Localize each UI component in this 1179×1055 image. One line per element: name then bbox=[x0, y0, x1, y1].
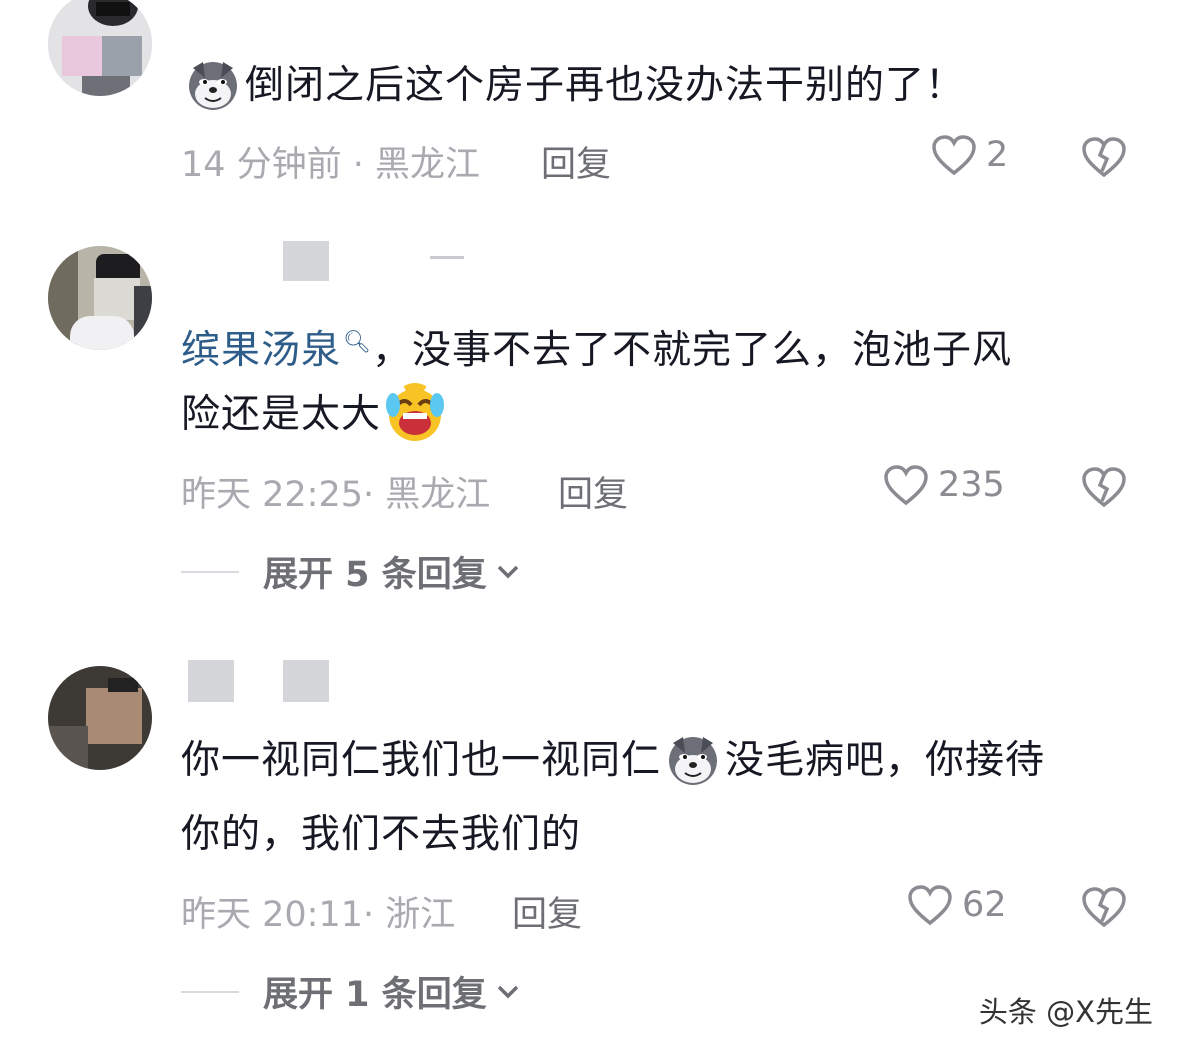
reply-button[interactable]: 回复 bbox=[512, 886, 582, 937]
wolf-emoji-icon bbox=[669, 736, 718, 785]
broken-heart-icon[interactable] bbox=[1080, 135, 1128, 179]
heart-icon bbox=[884, 465, 928, 506]
comment-text: 你一视同仁我们也一视同仁 没毛病吧，你接待 bbox=[181, 725, 1045, 797]
wolf-emoji-icon bbox=[189, 61, 237, 110]
like-button[interactable]: 62 bbox=[906, 883, 1007, 927]
comment-text: 倒闭之后这个房子再也没办法干别的了！ bbox=[181, 50, 965, 122]
comment-meta: 昨天 20:11· 浙江 bbox=[181, 895, 456, 935]
comment-text: 缤果汤泉🔍︎，没事不去了不就完了么，泡池子风 bbox=[181, 307, 1012, 387]
mention-link[interactable]: 缤果汤泉 bbox=[181, 328, 341, 373]
expand-replies-label: 展开 5 条回复 bbox=[263, 555, 487, 595]
comment-text-2: 你的，我们不去我们的 bbox=[181, 799, 581, 871]
broken-heart-icon[interactable] bbox=[1080, 465, 1128, 509]
comment-meta: 昨天 22:25· 黑龙江 bbox=[181, 475, 491, 515]
heart-icon bbox=[908, 885, 952, 926]
comment-text-line1a: 你一视同仁我们也一视同仁 bbox=[181, 738, 662, 783]
comment-text-line2: 险还是太大 bbox=[181, 392, 382, 437]
username-blurred[interactable] bbox=[283, 660, 329, 702]
heart-icon bbox=[932, 135, 976, 176]
chevron-down-icon bbox=[497, 985, 518, 998]
crying-laugh-emoji-icon bbox=[386, 382, 445, 441]
divider-dash bbox=[181, 990, 239, 993]
like-count: 2 bbox=[986, 135, 1009, 175]
divider-dash bbox=[181, 570, 239, 573]
comment-meta: 14 分钟前 · 黑龙江 bbox=[181, 145, 481, 185]
expand-replies-button[interactable]: 展开 5 条回复 bbox=[181, 546, 521, 597]
like-button[interactable]: 235 bbox=[882, 463, 1005, 507]
comment-text-line1b: 没毛病吧，你接待 bbox=[725, 738, 1046, 783]
expand-replies-label: 展开 1 条回复 bbox=[263, 975, 487, 1015]
avatar[interactable] bbox=[48, 0, 152, 96]
username-blurred-line bbox=[430, 256, 464, 259]
like-count: 235 bbox=[938, 465, 1005, 505]
like-button[interactable]: 2 bbox=[930, 133, 1008, 177]
broken-heart-icon[interactable] bbox=[1080, 885, 1128, 929]
expand-replies-button[interactable]: 展开 1 条回复 bbox=[181, 966, 521, 1017]
chevron-down-icon bbox=[497, 565, 518, 578]
comment-text-line2: 你的，我们不去我们的 bbox=[181, 812, 582, 857]
reply-button[interactable]: 回复 bbox=[541, 136, 611, 187]
search-icon[interactable]: 🔍︎ bbox=[343, 307, 372, 379]
avatar[interactable] bbox=[48, 666, 152, 770]
reply-button[interactable]: 回复 bbox=[558, 466, 628, 517]
comment-text-2: 险还是太大 bbox=[181, 379, 445, 451]
like-count: 62 bbox=[962, 885, 1007, 925]
watermark: 头条 @X先生 bbox=[978, 995, 1153, 1029]
username-blurred[interactable] bbox=[283, 241, 329, 281]
username-blurred[interactable] bbox=[188, 660, 234, 702]
avatar[interactable] bbox=[48, 246, 152, 350]
comment-text-body: 倒闭之后这个房子再也没办法干别的了！ bbox=[245, 63, 966, 108]
comment-text-line1: ，没事不去了不就完了么，泡池子风 bbox=[371, 328, 1012, 373]
